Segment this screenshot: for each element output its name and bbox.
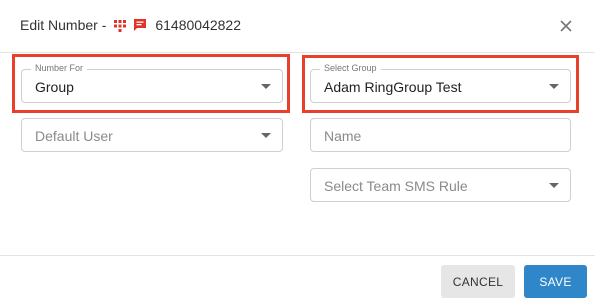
name-placeholder: Name: [324, 128, 362, 144]
default-user-select[interactable]: Default User: [21, 118, 283, 152]
phone-number: 61480042822: [155, 17, 242, 33]
team-sms-rule-placeholder: Select Team SMS Rule: [324, 178, 468, 194]
number-for-label: Number For: [31, 63, 88, 73]
cancel-button[interactable]: CANCEL: [441, 265, 515, 298]
chevron-down-icon: [261, 84, 271, 89]
number-for-value: Group: [35, 79, 74, 95]
name-input[interactable]: Name: [310, 118, 571, 152]
select-group-select[interactable]: Select Group Adam RingGroup Test: [310, 63, 571, 103]
default-user-placeholder: Default User: [35, 128, 113, 144]
dialog-header: Edit Number - 61480042822: [0, 0, 595, 53]
dialog-title: Edit Number - 61480042822: [20, 17, 241, 33]
message-icon: [133, 18, 147, 32]
edit-number-dialog: Edit Number - 61480042822 Number For Gro…: [0, 0, 595, 303]
close-icon[interactable]: [557, 17, 575, 35]
number-for-select[interactable]: Number For Group: [21, 63, 283, 103]
save-button[interactable]: SAVE: [524, 265, 587, 298]
dialog-title-text: Edit Number -: [20, 17, 107, 33]
select-group-label: Select Group: [320, 63, 381, 73]
team-sms-rule-select[interactable]: Select Team SMS Rule: [310, 168, 571, 202]
chevron-down-icon: [549, 84, 559, 89]
chevron-down-icon: [549, 183, 559, 188]
dialpad-icon: [114, 19, 127, 32]
chevron-down-icon: [261, 133, 271, 138]
select-group-value: Adam RingGroup Test: [324, 79, 462, 95]
